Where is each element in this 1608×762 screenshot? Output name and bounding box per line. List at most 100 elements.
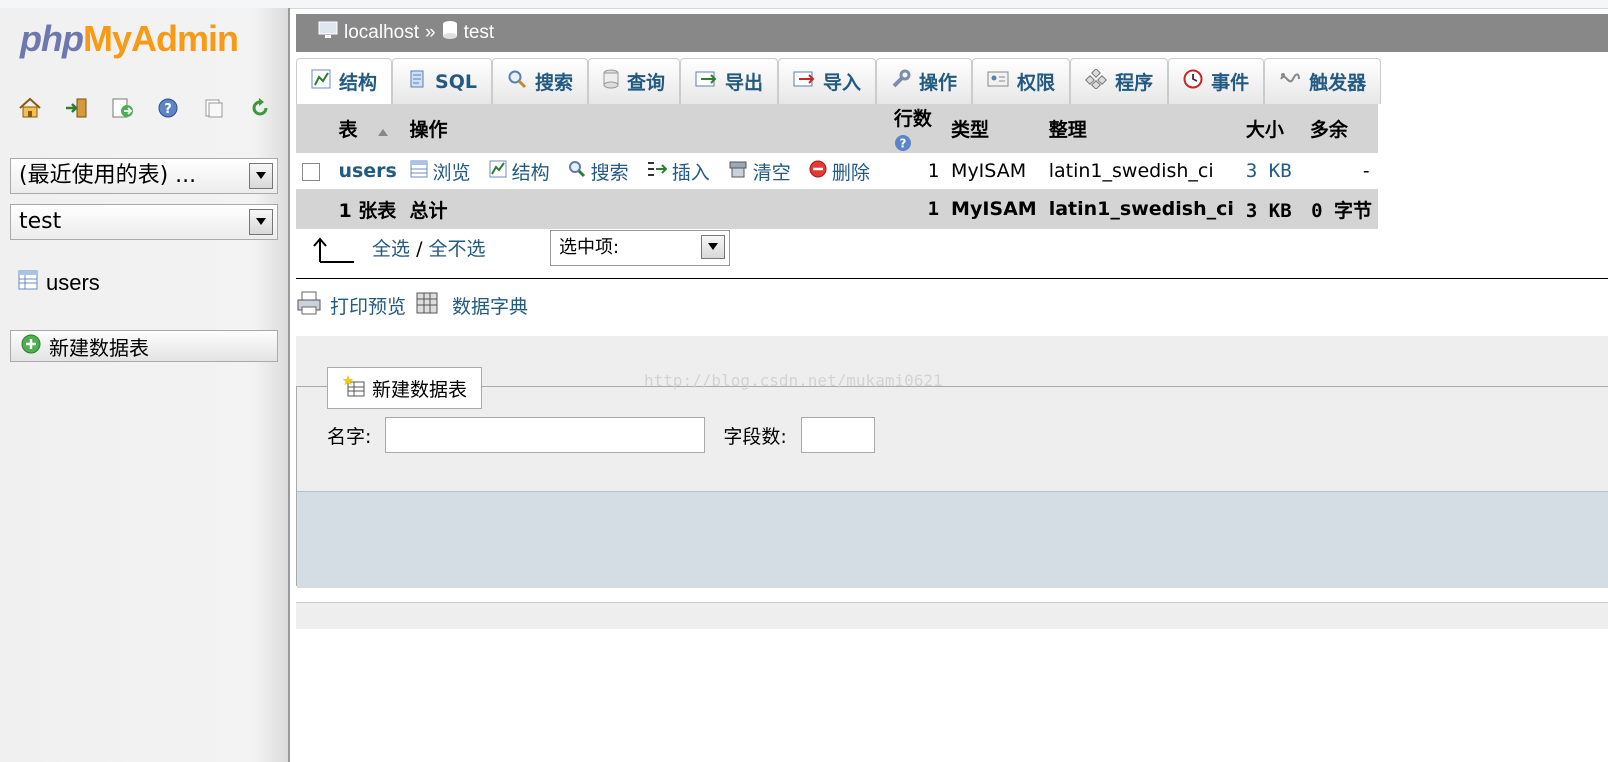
triggers-icon xyxy=(1279,69,1301,94)
new-table-icon xyxy=(342,374,366,403)
header-checkbox-col xyxy=(296,104,333,153)
chevron-down-icon xyxy=(249,209,273,235)
check-all-link[interactable]: 全选 xyxy=(372,238,410,260)
insert-icon xyxy=(647,160,668,183)
header-type: 类型 xyxy=(945,104,1043,153)
tab-sql[interactable]: SQL xyxy=(392,58,492,104)
search-action[interactable]: 搜索 xyxy=(568,158,629,185)
bottom-bar xyxy=(296,602,1608,629)
reload-icon[interactable] xyxy=(248,96,272,120)
table-icon xyxy=(18,270,38,296)
breadcrumb-server[interactable]: localhost xyxy=(344,22,419,44)
tab-export[interactable]: 导出 xyxy=(680,58,779,104)
tab-query[interactable]: 查询 xyxy=(587,58,680,104)
database-icon xyxy=(442,20,458,46)
sort-asc-icon xyxy=(364,119,389,141)
export-icon xyxy=(695,69,717,94)
chevron-down-icon xyxy=(701,235,725,259)
extras-row: 打印预览 数据字典 xyxy=(296,288,528,322)
field-count-input[interactable] xyxy=(800,417,875,453)
tables-list: 表 操作 行数 ? 类型 整理 大小 多余 users 浏览 结构 搜索 插入 … xyxy=(296,104,1378,229)
header-table[interactable]: 表 xyxy=(332,104,404,153)
create-table-form: 名字: 字段数: xyxy=(327,417,875,453)
recent-tables-select[interactable]: (最近使用的表) ... xyxy=(10,158,278,194)
navigation-sidebar: phpMyAdmin ? (最近使用的表) ... test users 新建数… xyxy=(0,8,290,762)
search-icon xyxy=(507,69,527,94)
privileges-icon xyxy=(987,69,1009,94)
tab-privileges[interactable]: 权限 xyxy=(972,58,1071,104)
tab-triggers[interactable]: 触发器 xyxy=(1264,58,1382,104)
logout-icon[interactable] xyxy=(64,96,88,120)
row-type: MyISAM xyxy=(945,153,1043,189)
tab-routines[interactable]: 程序 xyxy=(1070,58,1169,104)
data-dictionary-icon xyxy=(414,290,440,321)
server-icon xyxy=(318,20,338,46)
import-icon xyxy=(793,69,815,94)
tab-structure[interactable]: 结构 xyxy=(296,58,393,104)
browse-action[interactable]: 浏览 xyxy=(410,158,471,185)
with-selected-select[interactable]: 选中项: xyxy=(550,230,730,266)
search-icon xyxy=(568,160,586,183)
structure-action[interactable]: 结构 xyxy=(489,158,550,185)
breadcrumb-separator: » xyxy=(425,22,436,43)
selection-bar: 全选 / 全不选 选中项: xyxy=(296,220,1608,279)
delete-icon xyxy=(809,160,827,183)
create-table-section: 新建数据表 名字: 字段数: xyxy=(296,336,1608,588)
documentation-icon[interactable] xyxy=(202,96,226,120)
printer-icon xyxy=(296,290,322,321)
uncheck-all-link[interactable]: 全不选 xyxy=(429,238,486,260)
main-content: localhost » test 结构 SQL 搜索 查询 导出 导入 操作 权… xyxy=(296,8,1608,762)
field-count-label: 字段数: xyxy=(723,425,787,448)
header-collation: 整理 xyxy=(1042,104,1240,153)
phpmyadmin-logo[interactable]: phpMyAdmin xyxy=(20,18,239,60)
header-overhead: 多余 xyxy=(1303,104,1378,153)
header-rows[interactable]: 行数 ? xyxy=(887,104,946,153)
nav-icon-bar: ? xyxy=(18,96,272,120)
drop-action[interactable]: 删除 xyxy=(809,158,870,185)
table-name-input[interactable] xyxy=(385,417,706,453)
row-size[interactable]: 3 KB xyxy=(1239,153,1304,189)
sql-icon xyxy=(407,69,427,94)
print-view-link[interactable]: 打印预览 xyxy=(330,292,406,319)
sidebar-table-users[interactable]: users xyxy=(18,270,100,296)
watermark-text: http://blog.csdn.net/mukami0621 xyxy=(644,371,943,390)
row-checkbox-cell xyxy=(296,153,333,189)
footer-overhead: 0 字节 xyxy=(1311,199,1372,222)
empty-action[interactable]: 清空 xyxy=(728,158,791,185)
tab-bar: 结构 SQL 搜索 查询 导出 导入 操作 权限 程序 事件 触发器 xyxy=(296,58,1608,104)
table-header-row: 表 操作 行数 ? 类型 整理 大小 多余 xyxy=(296,104,1378,153)
header-size: 大小 xyxy=(1239,104,1304,153)
row-count: 1 xyxy=(887,153,946,189)
structure-icon xyxy=(311,69,331,94)
breadcrumb-database[interactable]: test xyxy=(464,22,495,44)
data-dictionary-link[interactable]: 数据字典 xyxy=(452,292,528,319)
breadcrumb: localhost » test xyxy=(296,14,1608,52)
browse-icon xyxy=(410,160,428,183)
wrench-icon xyxy=(891,69,911,94)
row-checkbox[interactable] xyxy=(302,162,320,181)
help-icon[interactable]: ? xyxy=(894,131,912,153)
sidebar-new-table-button[interactable]: 新建数据表 xyxy=(10,330,278,362)
tab-operations[interactable]: 操作 xyxy=(876,58,973,104)
home-icon[interactable] xyxy=(18,96,42,120)
structure-icon xyxy=(489,160,507,183)
database-select[interactable]: test xyxy=(10,204,278,240)
tab-events[interactable]: 事件 xyxy=(1168,58,1265,104)
row-overhead: - xyxy=(1303,153,1378,189)
table-name-link[interactable]: users xyxy=(338,160,396,182)
routines-icon xyxy=(1085,68,1108,94)
query-window-icon[interactable] xyxy=(110,96,134,120)
header-action: 操作 xyxy=(403,104,888,153)
tab-import[interactable]: 导入 xyxy=(778,58,877,104)
query-icon xyxy=(603,69,619,94)
arrow-up-icon xyxy=(312,236,356,268)
svg-text:?: ? xyxy=(899,136,906,150)
row-actions: 浏览 结构 搜索 插入 清空 删除 xyxy=(403,153,888,189)
table-row: users 浏览 结构 搜索 插入 清空 删除 1 MyISAM latin1_… xyxy=(296,153,1378,189)
empty-icon xyxy=(728,160,748,183)
insert-action[interactable]: 插入 xyxy=(647,158,710,185)
svg-text:?: ? xyxy=(164,102,172,117)
events-icon xyxy=(1183,69,1203,94)
tab-search[interactable]: 搜索 xyxy=(491,58,588,104)
help-icon[interactable]: ? xyxy=(156,96,180,120)
